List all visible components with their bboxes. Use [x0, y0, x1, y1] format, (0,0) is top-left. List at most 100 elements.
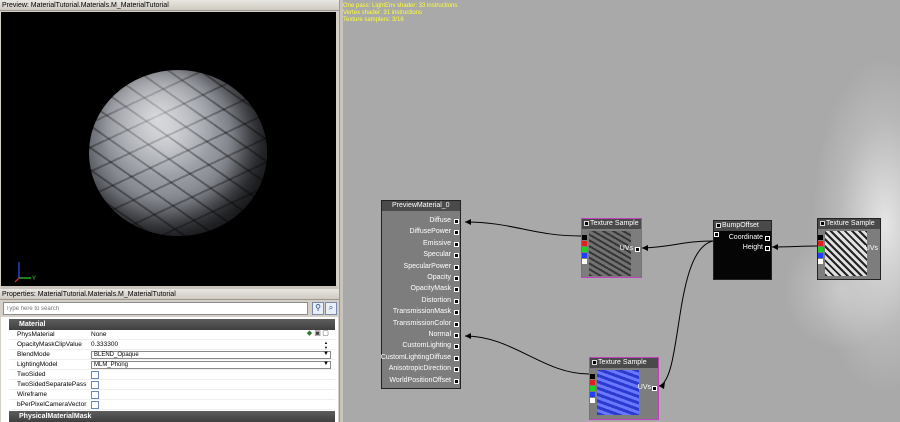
input-pin-label: WorldPositionOffset	[389, 376, 451, 384]
prop-name: Wireframe	[17, 391, 47, 398]
output-g-icon	[582, 247, 587, 252]
properties-grid: Material PhysMaterial None ◆ ▣ ▢ Opacity…	[1, 317, 338, 422]
browse-icon[interactable]: ▣	[314, 330, 321, 338]
output-rgb-icon	[582, 235, 587, 240]
input-pin[interactable]	[454, 230, 459, 236]
height-pin-label: Height	[742, 244, 763, 251]
wire-tex3-normal	[464, 335, 590, 375]
material-preview-viewport[interactable]: Y	[1, 12, 336, 286]
output-a-icon	[818, 259, 823, 264]
input-pin[interactable]	[454, 253, 459, 259]
chevron-down-icon: ▼	[323, 351, 329, 357]
node-title-text: Texture Sample	[590, 220, 639, 227]
prop-name: TwoSided	[17, 371, 46, 378]
input-pin-label: Distortion	[421, 296, 451, 304]
input-pin[interactable]	[454, 333, 459, 338]
input-pin[interactable]	[454, 298, 459, 304]
input-pin-label: Diffuse	[429, 217, 451, 224]
texture-sample-node[interactable]: Texture Sample UVs	[581, 218, 642, 278]
uvs-input-pin[interactable]	[652, 386, 657, 391]
height-input-pin[interactable]	[765, 246, 770, 251]
lightingmodel-dropdown[interactable]: MLM_Phong ▼	[91, 360, 335, 370]
physmaterial-value: None	[91, 331, 107, 338]
prop-row: TwoSided	[9, 370, 335, 380]
input-pin[interactable]	[454, 264, 459, 270]
input-pin-label: OpacityMask	[410, 285, 451, 293]
left-pane: Preview: MaterialTutorial.Materials.M_Ma…	[0, 0, 340, 422]
opacity-clip-value: 0.333300	[91, 341, 119, 348]
texture-sample-node[interactable]: Texture Sample UVs	[817, 218, 881, 280]
input-pin[interactable]	[454, 355, 459, 361]
wire-tex2-height	[771, 245, 818, 248]
clear-icon[interactable]: ▢	[322, 330, 329, 338]
wire-bump-tex3	[658, 240, 714, 387]
axis-gizmo-icon: Y	[14, 262, 36, 283]
output-g-icon	[590, 386, 595, 391]
prop-row: LightingModel MLM_Phong ▼	[9, 360, 335, 370]
node-preview-toggle-icon[interactable]	[592, 360, 597, 365]
dropdown-value: MLM_Phong	[94, 362, 129, 368]
heightmap-texture-thumbnail	[825, 231, 867, 276]
input-pin[interactable]	[454, 241, 459, 247]
node-title-text: Texture Sample	[826, 220, 875, 227]
prop-value[interactable]: None ◆ ▣ ▢	[91, 330, 335, 340]
coordinate-input-pin[interactable]	[765, 236, 770, 241]
spinner-icon[interactable]: ▲ ▼	[323, 340, 329, 350]
output-pin[interactable]	[714, 232, 719, 237]
preview-sphere	[89, 70, 267, 236]
input-pin-label: TransmissionColor	[392, 319, 451, 327]
category-material[interactable]: Material	[9, 319, 335, 330]
prop-name: TwoSidedSeparatePass	[17, 381, 87, 388]
search-icon[interactable]: ⚲	[312, 302, 324, 315]
coordinate-pin-label: Coordinate	[728, 234, 763, 241]
output-rgb-icon	[818, 235, 823, 240]
input-pin-label: Opacity	[427, 274, 451, 281]
material-graph-canvas[interactable]: One pass: LightEnv shader: 33 instructio…	[343, 0, 900, 422]
prop-row: bPerPixelCameraVector	[9, 400, 335, 410]
uvs-pin-label: UVs	[864, 245, 878, 252]
uvs-pin-label: UVs	[619, 245, 633, 252]
axis-label: Y	[32, 276, 36, 282]
bumpoffset-node[interactable]: BumpOffset Coordinate Height	[713, 220, 772, 280]
input-pin[interactable]	[454, 219, 459, 224]
blendmode-dropdown[interactable]: BLEND_Opaque ▼	[91, 350, 335, 360]
output-r-icon	[818, 241, 823, 246]
prop-name: BlendMode	[17, 351, 50, 358]
uvs-input-pin[interactable]	[635, 247, 640, 252]
clear-search-icon[interactable]: ⌕	[325, 302, 337, 315]
node-preview-toggle-icon[interactable]	[820, 221, 825, 226]
use-selected-icon[interactable]: ◆	[306, 330, 313, 338]
node-title: Texture Sample	[818, 219, 880, 229]
texture-sample-node[interactable]: Texture Sample UVs	[589, 357, 659, 420]
input-pin[interactable]	[454, 321, 459, 327]
input-pin-label: Emissive	[422, 239, 451, 247]
input-pin[interactable]	[454, 276, 459, 281]
input-pin-label: AnisotropicDirection	[388, 365, 451, 373]
normal-map-thumbnail	[597, 370, 639, 415]
perpixelcameravector-checkbox[interactable]	[91, 401, 99, 409]
input-pin[interactable]	[454, 310, 459, 316]
input-pin-label: Specular	[423, 251, 451, 259]
prop-row: Wireframe	[9, 390, 335, 400]
output-g-icon	[818, 247, 823, 252]
dropdown-value: BLEND_Opaque	[94, 352, 139, 358]
uvs-pin-label: UVs	[637, 384, 651, 391]
wire-tex1-diffuse	[464, 221, 582, 237]
input-pin[interactable]	[454, 367, 459, 373]
category-physicalmaterialmask[interactable]: PhysicalMaterialMask	[9, 411, 335, 422]
prop-value[interactable]: 0.333300 ▲ ▼	[91, 340, 335, 350]
input-pin-label: CustomLightingDiffuse	[380, 353, 451, 361]
wireframe-checkbox[interactable]	[91, 391, 99, 399]
twosided-checkbox[interactable]	[91, 371, 99, 379]
node-preview-toggle-icon[interactable]	[716, 223, 721, 228]
input-pin[interactable]	[454, 344, 459, 350]
input-pin[interactable]	[454, 287, 459, 293]
output-b-icon	[590, 392, 595, 397]
twosidedseparatepass-checkbox[interactable]	[91, 381, 99, 389]
stone-texture-thumbnail	[589, 231, 631, 276]
node-preview-toggle-icon[interactable]	[584, 221, 589, 226]
properties-search-input[interactable]	[3, 302, 308, 315]
node-title: BumpOffset	[714, 221, 771, 231]
input-pin[interactable]	[454, 378, 459, 384]
preview-material-node[interactable]: PreviewMaterial_0 Diffuse DiffusePower Emi…	[381, 200, 461, 389]
